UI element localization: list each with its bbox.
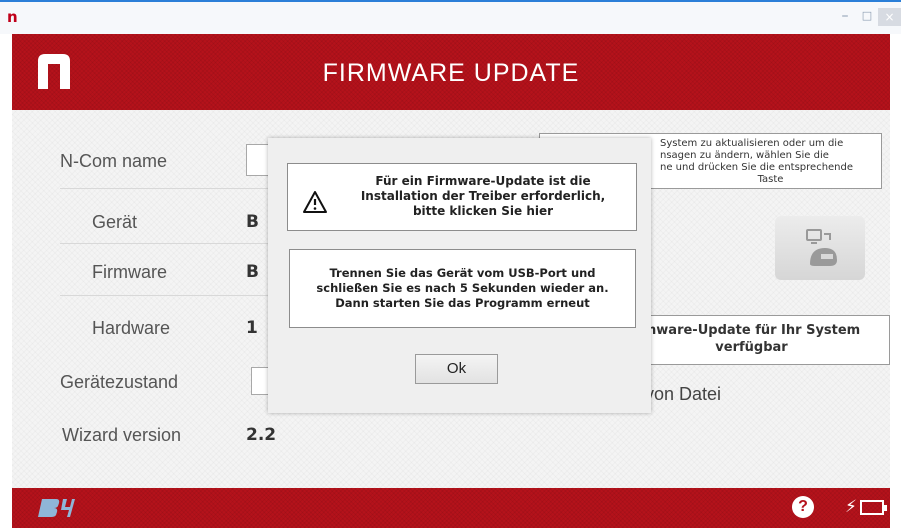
- driver-text-line: Für ein Firmware-Update ist die: [375, 174, 591, 188]
- usb-reconnect-box: Trennen Sie das Gerät vom USB-Port und s…: [289, 249, 636, 328]
- wizard-version-label: Wizard version: [62, 425, 182, 445]
- install-driver-box[interactable]: Für ein Firmware-Update ist die Installa…: [287, 163, 637, 231]
- driver-text-line: Installation der Treiber erforderlich,: [360, 189, 606, 203]
- device-label: Gerät: [92, 212, 138, 232]
- footer-bar: ? ⚡: [12, 488, 890, 528]
- close-button[interactable]: ×: [878, 8, 901, 26]
- usb-text-line: Trennen Sie das Gerät vom USB-Port und: [329, 266, 596, 280]
- maximize-button[interactable]: □: [858, 8, 876, 24]
- firmware-available-box[interactable]: mware-Update für Ihr System verfügbar: [613, 315, 890, 365]
- hardware-label: Hardware: [92, 318, 171, 338]
- from-file-label[interactable]: von Datei: [645, 383, 721, 405]
- fw-available-line: mware-Update für Ihr System: [642, 323, 861, 338]
- driver-text-line: bitte klicken Sie hier: [412, 204, 554, 218]
- usb-text-line: Dann starten Sie das Programm erneut: [335, 296, 590, 310]
- device-transfer-icon: [806, 229, 837, 266]
- divider: [60, 243, 270, 244]
- hardware-value: 1: [246, 318, 258, 338]
- charging-bolt-icon: ⚡: [845, 497, 857, 517]
- battery-icon: [860, 500, 887, 515]
- help-icon[interactable]: ?: [792, 496, 814, 518]
- window-titlebar: n – □ ×: [0, 0, 901, 34]
- ncom-name-label: N-Com name: [60, 151, 168, 171]
- app-icon: n: [7, 8, 18, 26]
- device-value: B: [246, 212, 259, 232]
- divider: [60, 188, 270, 189]
- divider: [60, 295, 270, 296]
- page-title: FIRMWARE UPDATE: [322, 59, 580, 87]
- sync-settings-button[interactable]: [775, 216, 865, 280]
- device-state-label: Gerätezustand: [60, 372, 179, 392]
- firmware-value: B: [246, 262, 259, 282]
- firmware-label: Firmware: [92, 262, 167, 282]
- minimize-button[interactable]: –: [836, 8, 854, 24]
- ok-button[interactable]: Ok: [415, 354, 498, 384]
- usb-text-line: schließen Sie es nach 5 Sekunden wieder …: [316, 281, 609, 295]
- fw-available-line: verfügbar: [715, 340, 788, 355]
- warning-icon: [303, 191, 327, 213]
- b4-logo-icon: [38, 499, 75, 517]
- header-bar: FIRMWARE UPDATE: [12, 34, 890, 110]
- wizard-version-value: 2.2: [246, 425, 277, 445]
- driver-warning-dialog: Für ein Firmware-Update ist die Installa…: [268, 138, 651, 413]
